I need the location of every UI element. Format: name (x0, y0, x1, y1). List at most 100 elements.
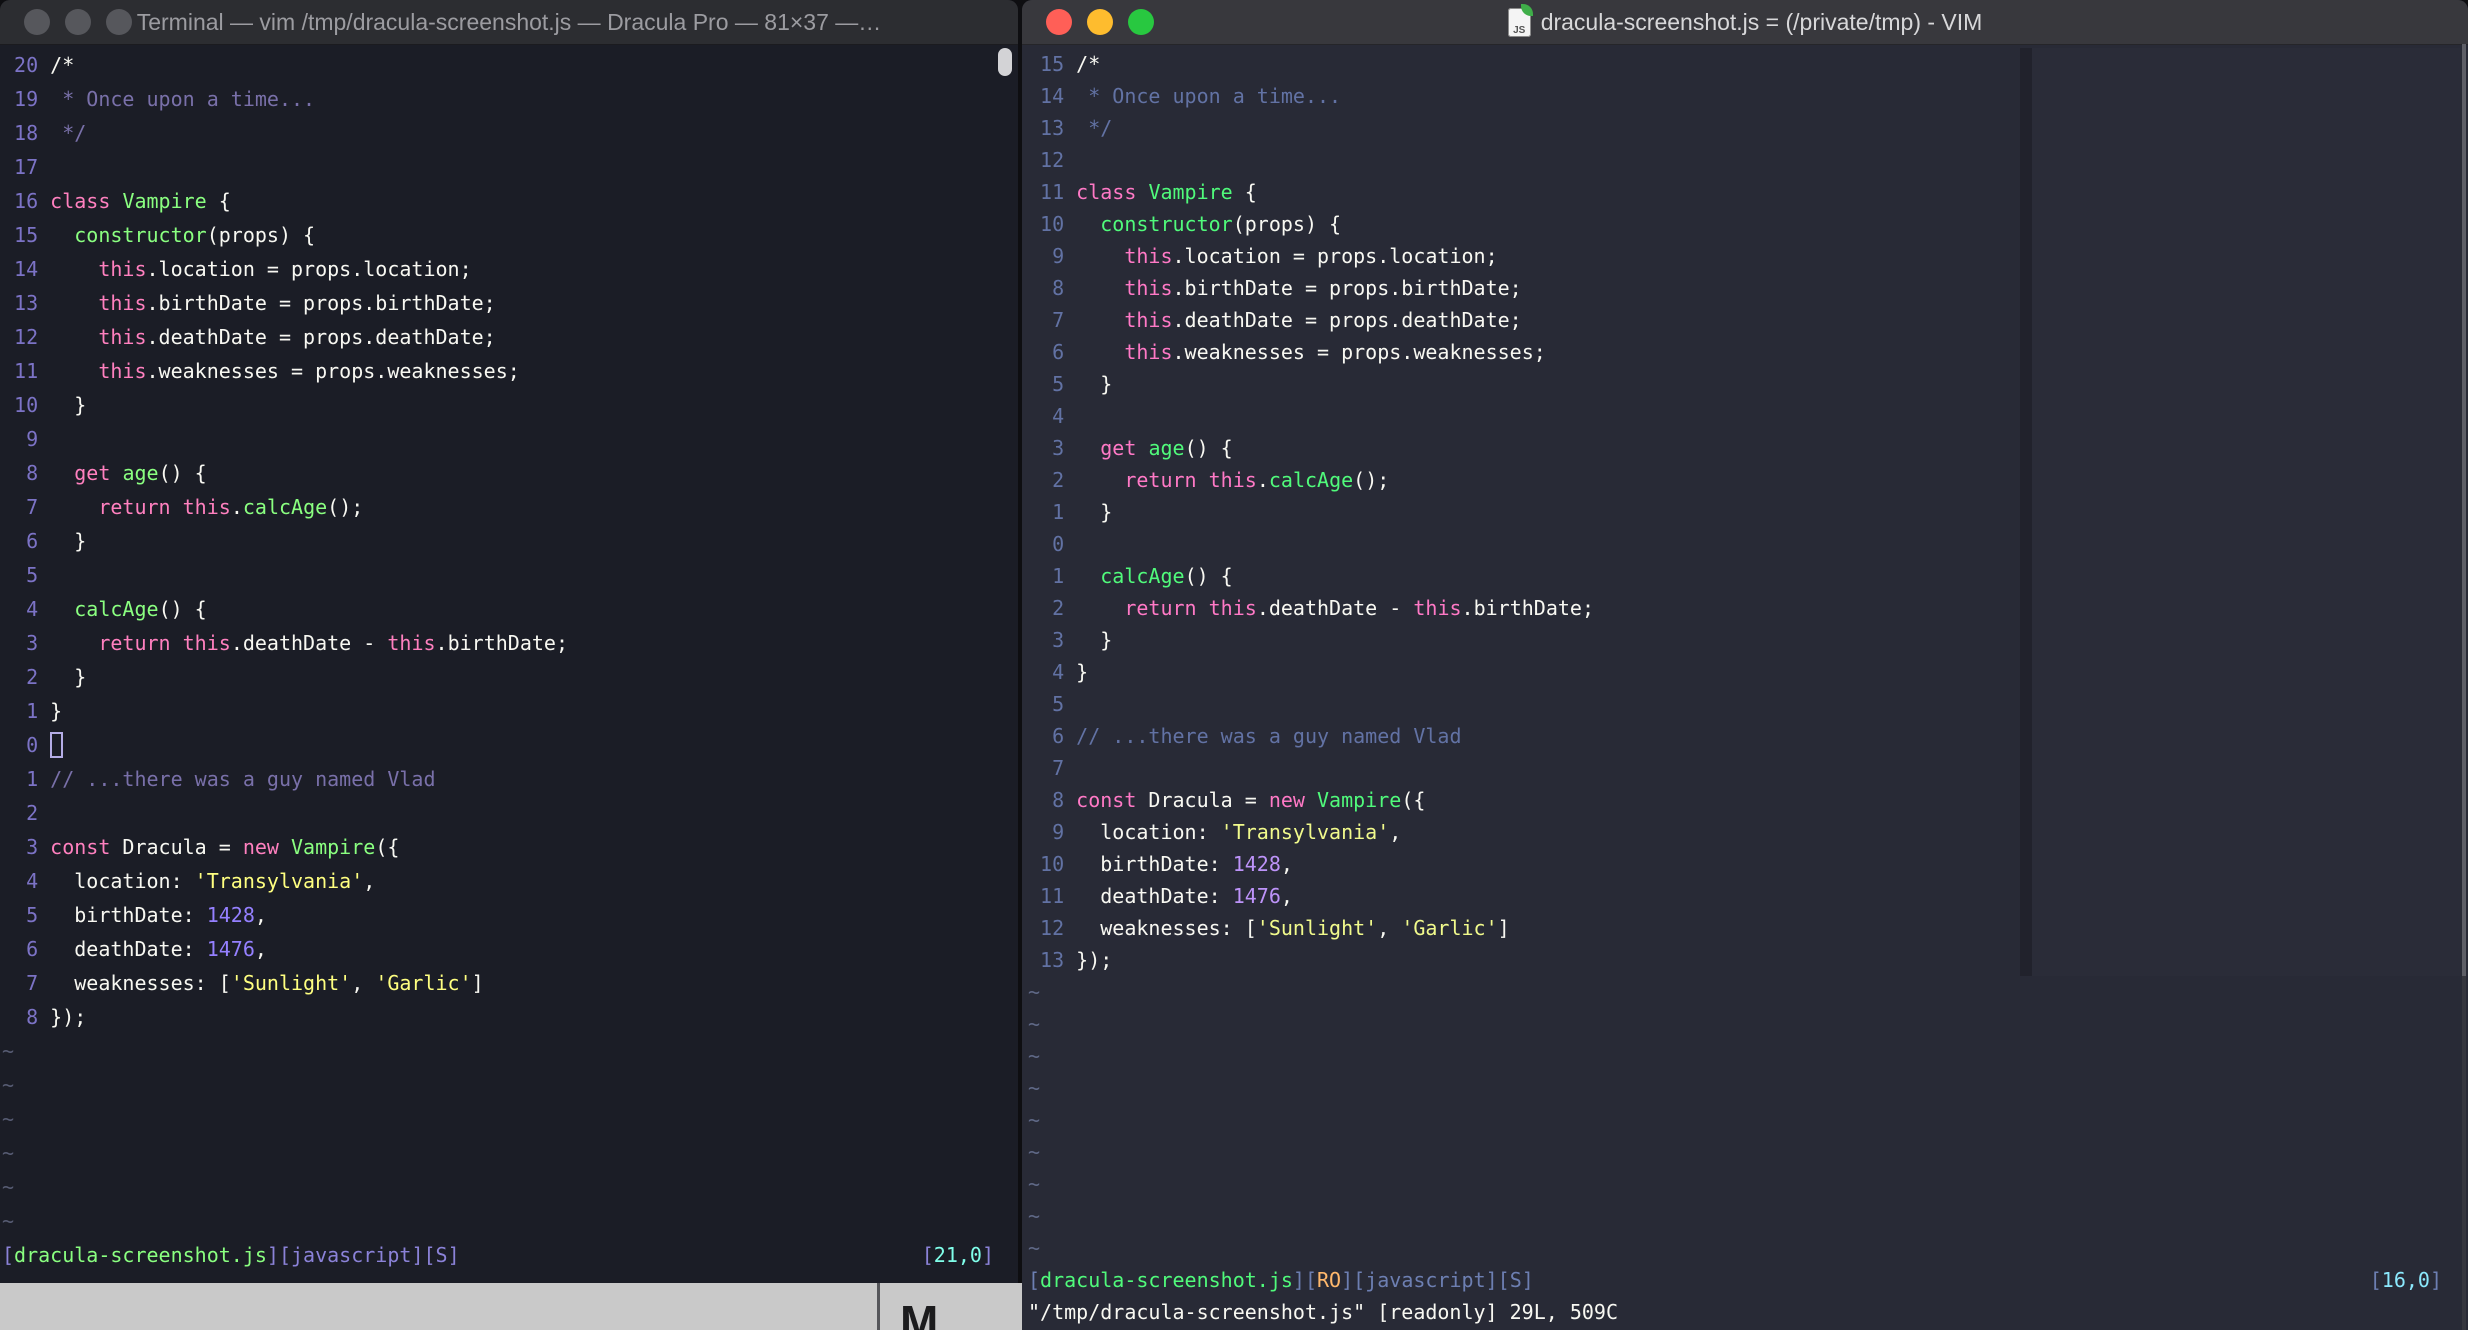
tilde-row: ~ (1028, 1076, 1041, 1100)
line-number: 4 (1028, 660, 1077, 684)
code-row: 9 (2, 422, 1018, 456)
code-row: 4 (1028, 400, 2468, 432)
line-number: 13 (1028, 948, 1077, 972)
code-row: 5 (2, 558, 1018, 592)
macvim-vim-statusline: [dracula-screenshot.js][RO][javascript][… (1028, 1264, 2442, 1296)
macvim-titlebar[interactable]: JS dracula-screenshot.js = (/private/tmp… (1022, 0, 2468, 45)
code-row: 7 return this.calcAge(); (2, 495, 364, 519)
line-number: 15 (1028, 52, 1077, 76)
statusline-file-info: [dracula-screenshot.js][javascript][S] (2, 1243, 460, 1267)
macvim-scrollbar[interactable] (2462, 44, 2466, 976)
line-number: 6 (2, 937, 51, 961)
code-row: 11 class Vampire { (1028, 180, 1257, 204)
tilde-row: ~ (2, 1039, 15, 1063)
code-row: 6 // ...there was a guy named Vlad (1028, 724, 1462, 748)
line-number: 6 (1028, 340, 1077, 364)
terminal-vim-buffer[interactable]: 20 /* 19 * Once upon a time... 18 */ 1 7 … (0, 44, 1018, 1238)
line-number: 13 (2, 291, 51, 315)
code-row: 8 this.birthDate = props.birthDate; (1028, 276, 1522, 300)
code-row: 5 } (1028, 372, 1113, 396)
line-number: 19 (2, 87, 51, 111)
leaf-icon (1520, 3, 1533, 16)
line-number: 6 (1028, 724, 1077, 748)
code-row: 6 this.weaknesses = props.weaknesses; (1028, 340, 1546, 364)
code-row: 7 (1028, 752, 2468, 784)
background-divider (877, 1283, 880, 1330)
tilde-row: ~ (1028, 1204, 1041, 1228)
cursor-block (50, 732, 64, 758)
code-row: 11 this.weaknesses = props.weaknesses; (2, 359, 520, 383)
line-number: 5 (1028, 692, 1077, 716)
line-number: 14 (1028, 84, 1077, 108)
line-number: 9 (1028, 244, 1077, 268)
statusline-position: [21,0] (921, 1243, 994, 1267)
code-row: 1 calcAge() { (1028, 564, 1233, 588)
statusline-position: [16,0] (2369, 1268, 2442, 1292)
tilde-row: ~ (1028, 1044, 1041, 1068)
code-row: 3 return this.deathDate - this.birthDate… (2, 631, 568, 655)
line-number: 9 (2, 427, 51, 451)
macvim-window: JS dracula-screenshot.js = (/private/tmp… (1022, 0, 2468, 1330)
macvim-vim-buffer[interactable]: 15 /* 14 * Once upon a time... 13 */ 12 … (1022, 44, 2468, 1264)
code-row: 12 (1028, 144, 2468, 176)
code-row: 4 } (1028, 660, 1089, 684)
line-number: 4 (2, 597, 51, 621)
window-title: dracula-screenshot.js = (/private/tmp) -… (1540, 8, 1983, 35)
code-row: 9 this.location = props.location; (1028, 244, 1498, 268)
code-row: 19 * Once upon a time... (2, 87, 316, 111)
code-row: 8 get age() { (2, 461, 207, 485)
code-row: 7 this.deathDate = props.deathDate; (1028, 308, 1522, 332)
code-row: 1 // ...there was a guy named Vlad (2, 767, 436, 791)
code-row: 3 } (1028, 628, 1113, 652)
window-title: Terminal — vim /tmp/dracula-screenshot.j… (136, 8, 882, 35)
code-row: 1 } (1028, 500, 1113, 524)
tilde-row: ~ (1028, 980, 1041, 1004)
code-row: 2 } (2, 665, 87, 689)
terminal-titlebar[interactable]: Terminal — vim /tmp/dracula-screenshot.j… (0, 0, 1018, 45)
tilde-row: ~ (1028, 1236, 1041, 1260)
line-number: 1 (1028, 564, 1077, 588)
line-number: 3 (2, 835, 51, 859)
code-row: 3 const Dracula = new Vampire({ (2, 835, 400, 859)
line-number: 10 (2, 393, 51, 417)
tilde-row: ~ (1028, 1140, 1041, 1164)
statusline-file-info: [dracula-screenshot.js][RO][javascript][… (1028, 1268, 1534, 1292)
code-row: 0 (1028, 528, 2468, 560)
code-row: 12 weaknesses: ['Sunlight', 'Garlic'] (1028, 916, 1510, 940)
line-number: 6 (2, 529, 51, 553)
line-number: 12 (1028, 148, 1077, 172)
tilde-row: ~ (2, 1175, 15, 1199)
line-number: 3 (2, 631, 51, 655)
code-row: 13 */ (1028, 116, 1113, 140)
line-number: 2 (2, 665, 51, 689)
code-row: 6 } (2, 529, 87, 553)
line-number: 0 (2, 733, 51, 757)
line-number: 8 (2, 1005, 51, 1029)
line-number: 11 (1028, 884, 1077, 908)
line-number: 9 (1028, 820, 1077, 844)
tilde-row: ~ (2, 1073, 15, 1097)
code-row: 5 birthDate: 1428, (2, 903, 267, 927)
line-number: 7 (1028, 756, 1077, 780)
code-row: 9 location: 'Transylvania', (1028, 820, 1402, 844)
code-row: 4 location: 'Transylvania', (2, 869, 376, 893)
line-number: 17 (2, 155, 51, 179)
background-glyph: M (900, 1296, 939, 1330)
code-row: 12 this.deathDate = props.deathDate; (2, 325, 496, 349)
code-row: 1 } (2, 699, 63, 723)
code-row: 20 /* (2, 53, 75, 77)
line-number: 2 (2, 801, 51, 825)
code-row: 7 weaknesses: ['Sunlight', 'Garlic'] (2, 971, 484, 995)
terminal-vim-statusline: [dracula-screenshot.js][javascript][S] [… (2, 1238, 994, 1272)
code-row: 2 return this.deathDate - this.birthDate… (1028, 596, 1594, 620)
terminal-scrollbar-thumb[interactable] (998, 48, 1012, 76)
tilde-row: ~ (1028, 1012, 1041, 1036)
screen: { "code_lines": [ {"t": [["f","/*"]]}, {… (0, 0, 2468, 1330)
line-number: 11 (1028, 180, 1077, 204)
line-number: 1 (2, 767, 51, 791)
macvim-scrollbar-track[interactable] (2462, 976, 2466, 1330)
line-number: 18 (2, 121, 51, 145)
line-number: 5 (2, 903, 51, 927)
code-row: 10 } (2, 393, 87, 417)
line-number: 7 (2, 495, 51, 519)
